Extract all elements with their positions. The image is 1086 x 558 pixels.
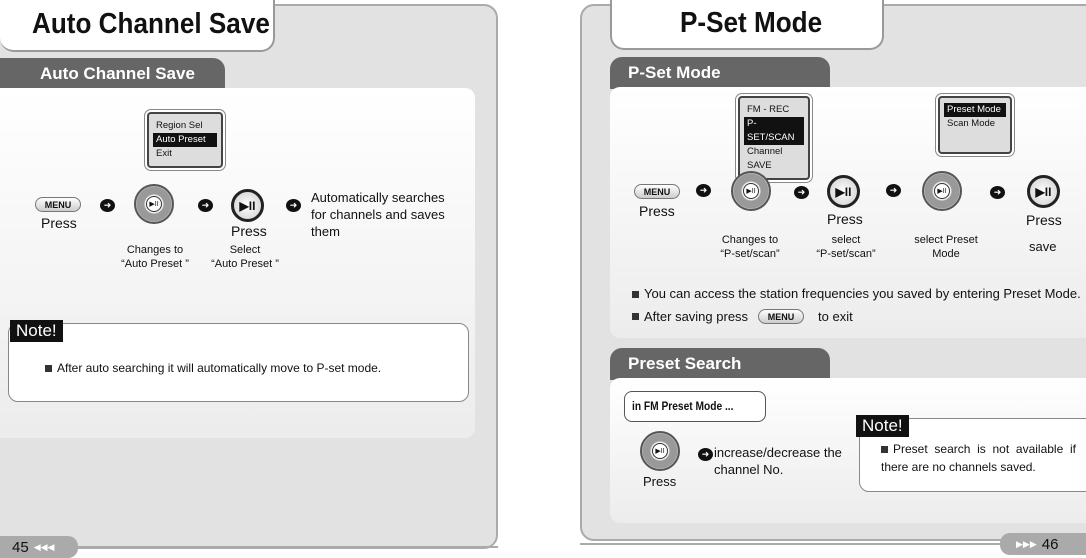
arrow-right-icon: ➜ [698, 448, 713, 461]
step-caption: Changes to “P-set/scan” [720, 234, 780, 260]
lcd-item-selected: P-SET/SCAN [744, 117, 804, 145]
bullet-text: You can access the station frequencies y… [632, 286, 1081, 301]
arrow-right-icon: ➜ [886, 184, 901, 197]
dpad-icon: ▶II [640, 431, 680, 471]
play-pause-button-icon: ▶II [1027, 175, 1060, 208]
note-label: Note! [10, 320, 63, 342]
menu-button: MENU [35, 197, 81, 212]
page-number: 45 ◀◀◀ [0, 536, 78, 558]
step-label: Press [639, 203, 675, 219]
dpad-icon: ▶II [731, 171, 771, 211]
arrow-right-icon: ➜ [286, 199, 301, 212]
lcd-item: Scan Mode [947, 118, 996, 129]
lcd-item: FM - REC [747, 104, 790, 115]
lcd-item-selected: Preset Mode [944, 103, 1006, 117]
section-header: Preset Search [610, 348, 830, 380]
page-number: ▶▶▶ 46 [1000, 533, 1086, 555]
note-text: After auto searching it will automatical… [45, 361, 381, 375]
note-text: Preset search is not available if there … [881, 442, 1076, 474]
page-title: Auto Channel Save [32, 8, 270, 40]
lcd-item-selected: Auto Preset [153, 133, 217, 147]
result-text: increase/decrease the channel No. [714, 445, 842, 477]
step-caption: select “P-set/scan” [816, 234, 876, 260]
menu-button: MENU [634, 184, 680, 199]
section-header: Auto Channel Save [0, 58, 225, 90]
step-label: Press [643, 474, 677, 489]
arrow-right-icon: ➜ [696, 184, 711, 197]
lcd-menu: Preset Mode Scan Mode [938, 96, 1012, 154]
arrow-right-icon: ➜ [794, 186, 809, 199]
step-caption: save [1029, 239, 1057, 254]
step-label: Press [1026, 212, 1062, 228]
dpad-icon: ▶II [134, 184, 174, 224]
step-label: Press [41, 215, 77, 231]
lcd-item: Exit [156, 148, 172, 159]
page-title: P-Set Mode [680, 7, 823, 39]
bullet-text: After saving press MENU to exit [632, 309, 853, 324]
play-pause-button-icon: ▶II [231, 189, 264, 222]
lcd-menu: FM - REC P-SET/SCAN Channel SAVE [738, 96, 810, 180]
step-label: Press [827, 211, 863, 227]
play-pause-button-icon: ▶II [827, 175, 860, 208]
section-header: P-Set Mode [610, 57, 830, 89]
callout-bubble: in FM Preset Mode ... [624, 391, 766, 422]
menu-button: MENU [758, 309, 805, 324]
step-label: Press [231, 223, 267, 239]
arrow-right-icon: ➜ [100, 199, 115, 212]
arrow-right-icon: ➜ [990, 186, 1005, 199]
step-caption: select Preset Mode [914, 234, 978, 260]
lcd-item: Channel SAVE [747, 146, 783, 171]
step-caption: Changes to “Auto Preset ” [121, 244, 189, 270]
dpad-icon: ▶II [922, 171, 962, 211]
result-text: Automatically searches for channels and s… [311, 190, 445, 239]
lcd-menu: Region Sel Auto Preset Exit [147, 112, 223, 168]
step-caption: Select “Auto Preset ” [211, 244, 279, 270]
note-label: Note! [856, 415, 909, 437]
lcd-item: Region Sel [156, 120, 203, 131]
arrow-right-icon: ➜ [198, 199, 213, 212]
